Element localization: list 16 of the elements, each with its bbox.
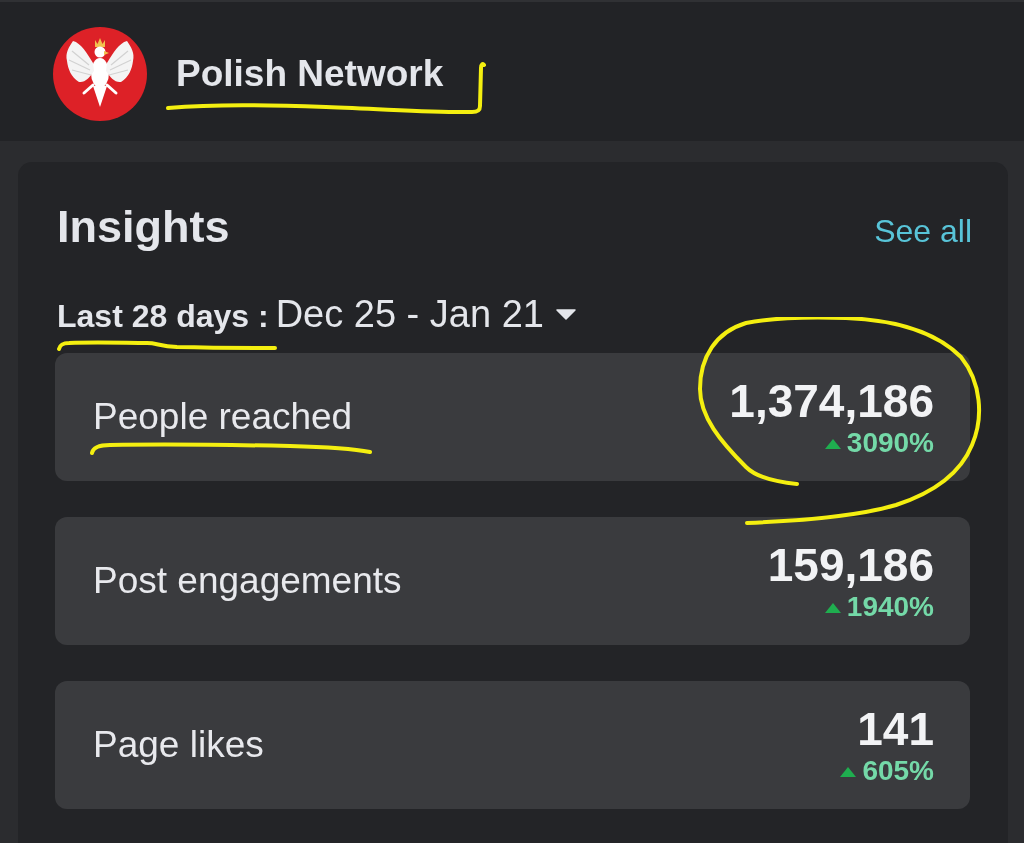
date-range-label: Last 28 days : [57, 297, 269, 336]
metric-change: 605% [862, 756, 934, 786]
metric-label: Post engagements [93, 559, 402, 603]
see-all-link[interactable]: See all [874, 211, 972, 251]
metric-value: 1,374,186 [729, 376, 934, 426]
metric-change: 3090% [846, 428, 934, 458]
insights-title: Insights [57, 201, 230, 253]
caret-down-icon [555, 308, 576, 320]
metric-label: People reached [93, 395, 353, 439]
metric-value: 141 [857, 704, 934, 754]
metric-change: 1940% [846, 592, 934, 622]
eagle-logo-icon [53, 27, 147, 121]
metric-value: 159,186 [767, 540, 934, 590]
date-range-dropdown[interactable]: Dec 25 - Jan 21 [275, 294, 576, 334]
page-name[interactable]: Polish Network [176, 52, 444, 96]
metric-label: Page likes [93, 723, 264, 767]
